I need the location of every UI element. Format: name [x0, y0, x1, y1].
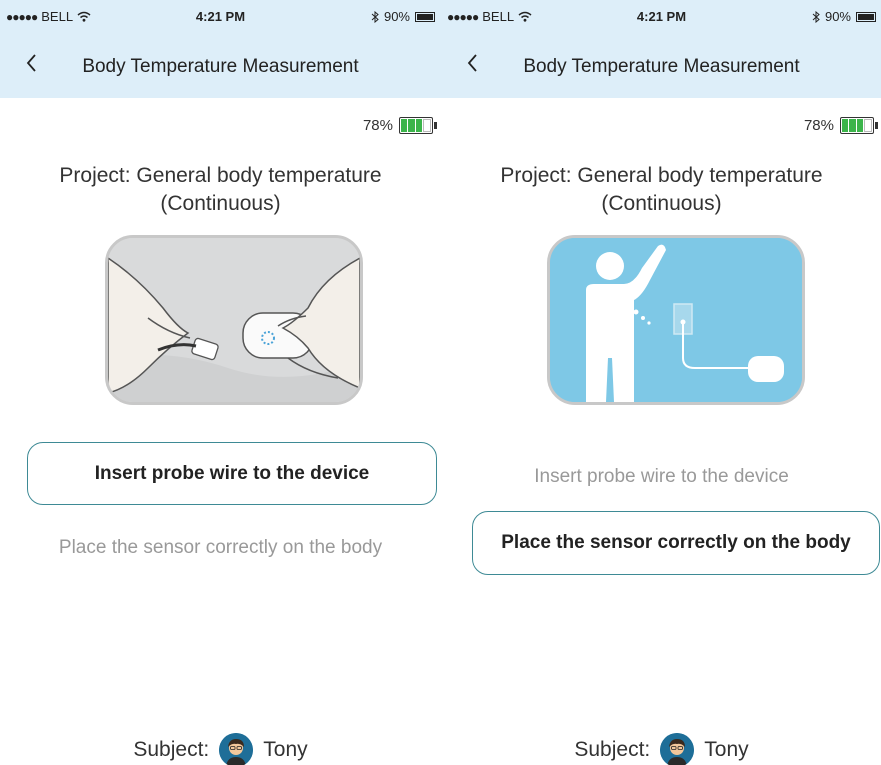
phone-battery-percent: 90% — [383, 9, 410, 24]
user-avatar-icon — [219, 733, 254, 765]
page-title: Body Temperature Measurement — [82, 56, 359, 77]
device-battery-percent: 78% — [362, 117, 393, 134]
bluetooth-icon — [371, 10, 379, 23]
nav-bar: Body Temperature Measurement — [0, 30, 441, 98]
project-title: Project: General body temperature (Conti… — [0, 162, 441, 218]
subject-name: Tony — [704, 738, 749, 761]
project-line-1: Project: General body temperature — [500, 164, 823, 187]
project-line-2: (Continuous) — [160, 192, 281, 215]
battery-icon — [399, 117, 437, 134]
person-sensor-placement-image — [547, 235, 805, 405]
subject-row: Subject: Tony — [441, 733, 881, 765]
user-avatar-icon — [660, 733, 695, 765]
step-1-label: Insert probe wire to the device — [94, 462, 370, 484]
subject-row: Subject: Tony — [0, 733, 441, 765]
step-insert-probe-active[interactable]: Insert probe wire to the device — [27, 442, 437, 505]
phone-battery-icon — [415, 11, 435, 22]
step-2-label: Place the sensor correctly on the body — [501, 532, 851, 553]
phone-battery-icon — [856, 11, 876, 22]
subject-label: Subject: — [133, 738, 210, 761]
step-place-sensor-active[interactable]: Place the sensor correctly on the body — [472, 511, 880, 575]
project-line-2: (Continuous) — [601, 192, 722, 215]
subject-name: Tony — [263, 738, 308, 761]
project-line-1: Project: General body temperature — [59, 164, 382, 187]
avatar[interactable] — [219, 733, 254, 765]
hands-connecting-probe-image — [105, 235, 363, 405]
phone-battery-percent: 90% — [824, 9, 851, 24]
status-bar: ●●●●● BELL 4:21 PM 90% — [0, 0, 441, 30]
subject-label: Subject: — [574, 738, 651, 761]
screen-step-2: ●●●●● BELL 4:21 PM 90% Body Temperature … — [441, 0, 881, 765]
step-place-sensor[interactable]: Place the sensor correctly on the body — [0, 537, 441, 559]
project-title: Project: General body temperature (Conti… — [441, 162, 881, 218]
screen-step-1: ●●●●● BELL 4:21 PM 90% Body Temperature … — [0, 0, 441, 765]
battery-icon — [840, 117, 878, 134]
device-battery: 78% — [362, 117, 437, 134]
step-insert-probe[interactable]: Insert probe wire to the device — [441, 466, 881, 488]
device-battery: 78% — [803, 117, 878, 134]
device-battery-percent: 78% — [803, 117, 834, 134]
page-title: Body Temperature Measurement — [523, 56, 800, 77]
status-bar: ●●●●● BELL 4:21 PM 90% — [441, 0, 881, 30]
nav-bar: Body Temperature Measurement — [441, 30, 881, 98]
avatar[interactable] — [660, 733, 695, 765]
bluetooth-icon — [812, 10, 820, 23]
